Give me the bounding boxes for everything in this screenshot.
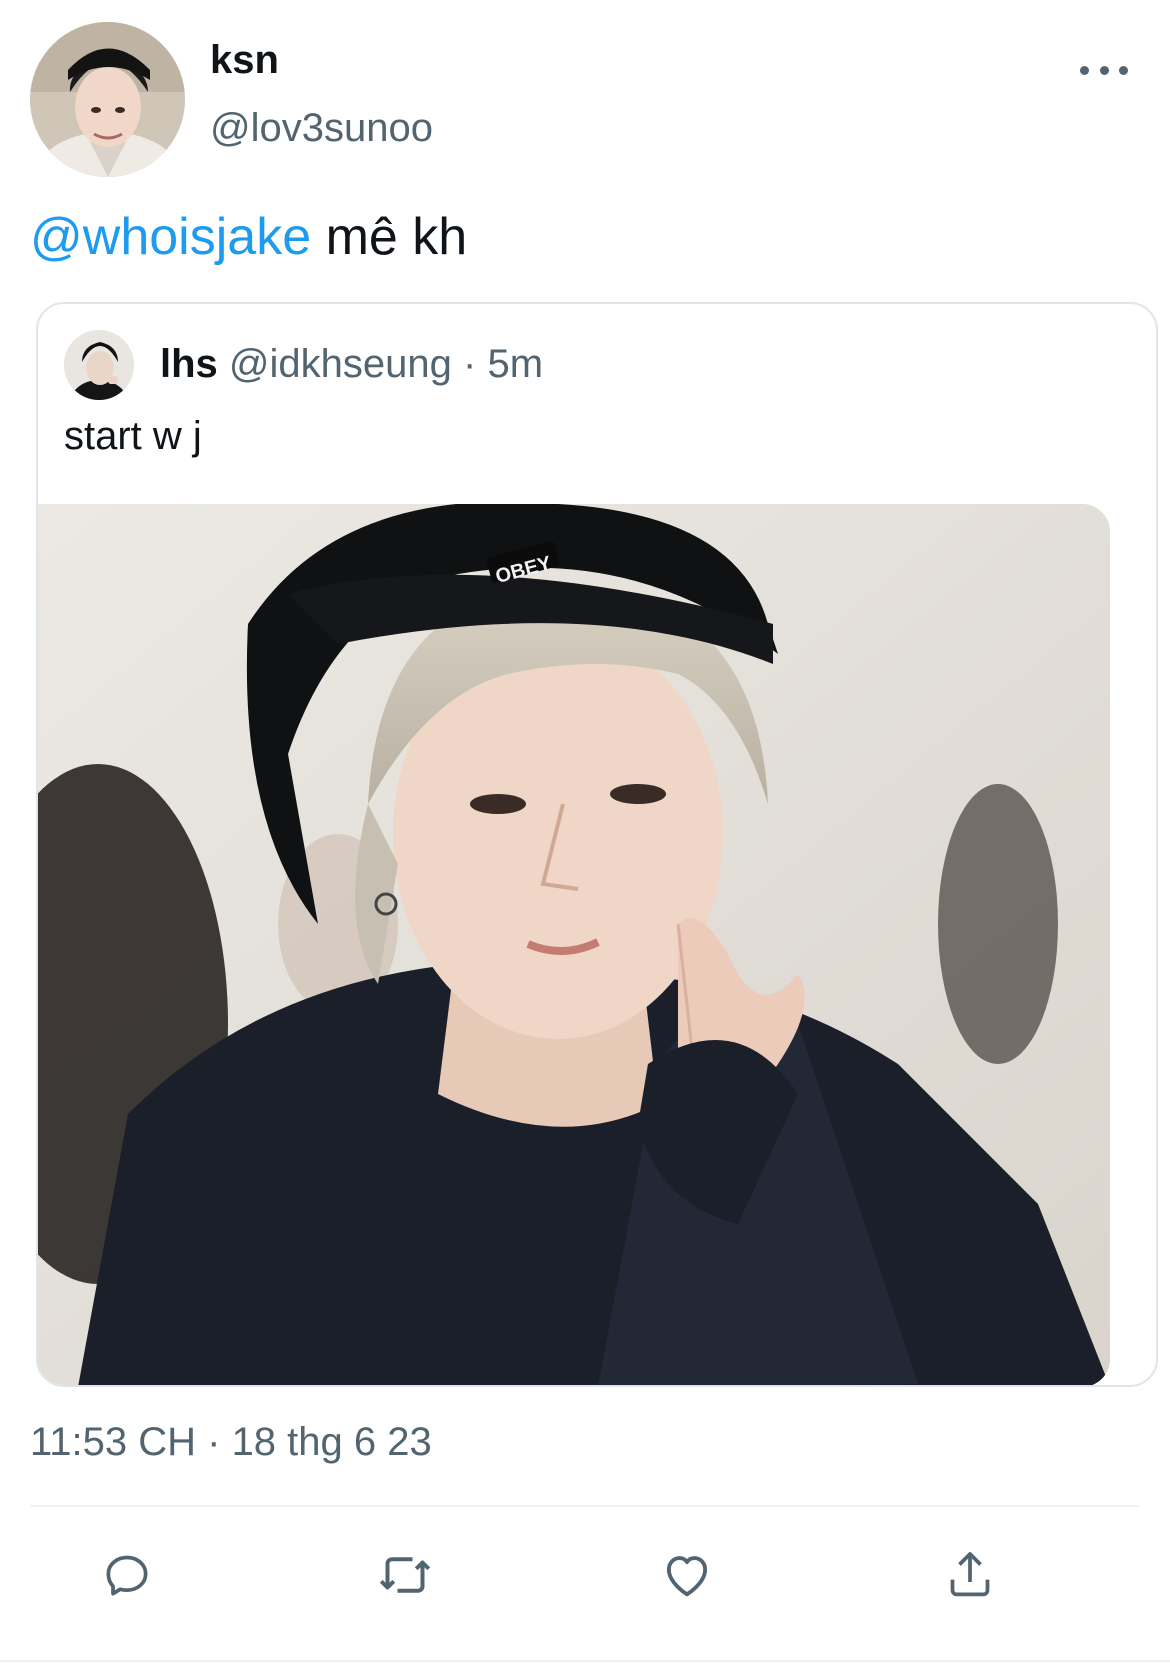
quoted-age: 5m <box>487 342 544 386</box>
retweet-button[interactable] <box>370 1540 440 1610</box>
quoted-tweet-card[interactable]: lhs @idkhseung · 5m start w j OBEY <box>36 302 1158 1387</box>
action-bar <box>0 1540 1170 1610</box>
quoted-author-avatar <box>64 330 134 400</box>
more-options-icon[interactable] <box>1080 58 1128 82</box>
retweet-icon <box>379 1557 431 1593</box>
quoted-photo[interactable]: OBEY <box>38 504 1110 1385</box>
quoted-separator: · <box>463 342 477 386</box>
mention-link[interactable]: @whoisjake <box>30 208 311 266</box>
tweet-text: @whoisjake mê kh <box>30 205 467 269</box>
divider <box>30 1505 1140 1507</box>
share-icon <box>950 1552 990 1597</box>
quoted-author-handle[interactable]: @idkhseung <box>229 342 452 386</box>
bottom-divider <box>0 1660 1170 1662</box>
quoted-text: start w j <box>64 414 202 458</box>
reply-button[interactable] <box>92 1540 162 1610</box>
tweet-timestamp[interactable]: 11:53 CH · 18 thg 6 23 <box>30 1420 432 1465</box>
tweet-body: mê kh <box>311 208 468 266</box>
quoted-header: lhs @idkhseung · 5m <box>160 342 543 387</box>
quoted-author-name[interactable]: lhs <box>160 342 218 386</box>
author-avatar[interactable] <box>30 22 185 177</box>
author-name[interactable]: ksn <box>210 38 279 83</box>
reply-icon <box>106 1555 148 1596</box>
author-handle[interactable]: @lov3sunoo <box>210 106 433 151</box>
share-button[interactable] <box>935 1540 1005 1610</box>
like-icon <box>666 1556 708 1597</box>
like-button[interactable] <box>652 1540 722 1610</box>
